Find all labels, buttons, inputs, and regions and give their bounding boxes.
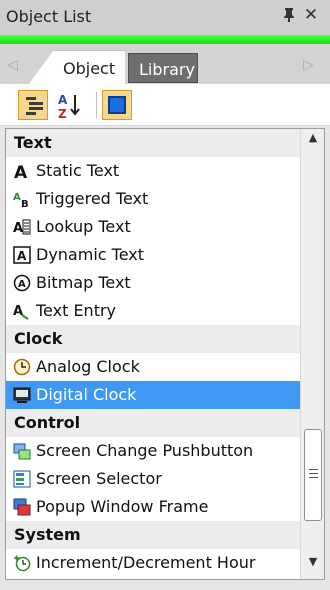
list-item-dynamic-text[interactable]: A Dynamic Text (6, 241, 300, 269)
scroll-down-icon[interactable]: ▼ (301, 555, 324, 575)
list-item-analog-clock[interactable]: Analog Clock (6, 353, 300, 381)
list-item-increment-decrement-hour[interactable]: Increment/Decrement Hour (6, 549, 300, 577)
text-entry-icon: A (13, 304, 29, 320)
svg-text:A: A (13, 221, 23, 236)
list-item-triggered-text[interactable]: AB Triggered Text (6, 185, 300, 213)
svg-text:Z: Z (58, 107, 67, 121)
svg-text:A: A (58, 93, 68, 107)
tab-library-label: Library (139, 60, 195, 79)
popup-window-icon (13, 498, 31, 516)
tab-library[interactable]: Library (128, 53, 198, 83)
window-title: Object List (6, 7, 92, 26)
list-item-popup-window-frame[interactable]: Popup Window Frame (6, 493, 300, 521)
list-item-bitmap-text[interactable]: A Bitmap Text (6, 269, 300, 297)
dynamic-text-icon: A (13, 246, 31, 264)
list-item-static-text[interactable]: A Static Text (6, 157, 300, 185)
svg-text:B: B (21, 199, 29, 208)
object-list[interactable]: Text A Static Text AB Triggered Text A L… (5, 128, 325, 580)
bitmap-text-icon: A (13, 274, 31, 292)
increment-hour-icon (14, 555, 31, 572)
category-text[interactable]: Text (6, 129, 300, 157)
close-icon[interactable]: ✕ (303, 5, 319, 25)
toolbar-separator (96, 92, 97, 118)
list-item-screen-change-pushbutton[interactable]: Screen Change Pushbutton (6, 437, 300, 465)
lookup-text-icon: A (13, 219, 31, 236)
svg-text:A: A (17, 249, 27, 263)
tab-scroll-left-icon[interactable]: ◁ (7, 57, 18, 73)
title-bar: Object List ✕ (0, 0, 330, 36)
display-mode-button[interactable] (102, 90, 132, 120)
svg-text:A: A (14, 163, 28, 180)
sort-az-icon: A Z (58, 93, 80, 121)
digital-clock-icon (13, 387, 31, 403)
scroll-up-icon[interactable]: ▲ (301, 131, 324, 151)
toolbar: A Z (0, 84, 330, 126)
list-item-digital-clock[interactable]: Digital Clock (6, 381, 300, 409)
list-item-screen-selector[interactable]: Screen Selector (6, 465, 300, 493)
static-text-icon: A (14, 163, 28, 180)
vertical-scrollbar[interactable]: ▲ ▼ (300, 129, 324, 579)
tab-object-label: Object (63, 59, 116, 78)
analog-clock-icon (13, 358, 31, 376)
category-clock[interactable]: Clock (6, 325, 300, 353)
screen-selector-icon (13, 470, 31, 488)
screen-change-icon (13, 443, 31, 460)
triggered-text-icon: AB (13, 192, 29, 208)
svg-text:A: A (13, 192, 21, 203)
svg-text:A: A (18, 279, 26, 290)
pin-icon[interactable] (281, 7, 297, 25)
categorized-view-button[interactable] (18, 90, 48, 120)
category-system[interactable]: System (6, 521, 300, 549)
list-item-lookup-text[interactable]: A Lookup Text (6, 213, 300, 241)
tab-scroll-right-icon[interactable]: ▷ (303, 57, 314, 73)
svg-text:A: A (13, 304, 23, 319)
scroll-thumb[interactable] (304, 429, 322, 521)
accent-bar (0, 36, 330, 44)
alphabetical-sort-button[interactable]: A Z (54, 90, 84, 121)
list-item-text-entry[interactable]: A Text Entry (6, 297, 300, 325)
tab-strip: ◁ Object Library ▷ (0, 44, 330, 84)
tab-object[interactable]: Object (29, 50, 125, 84)
category-control[interactable]: Control (6, 409, 300, 437)
